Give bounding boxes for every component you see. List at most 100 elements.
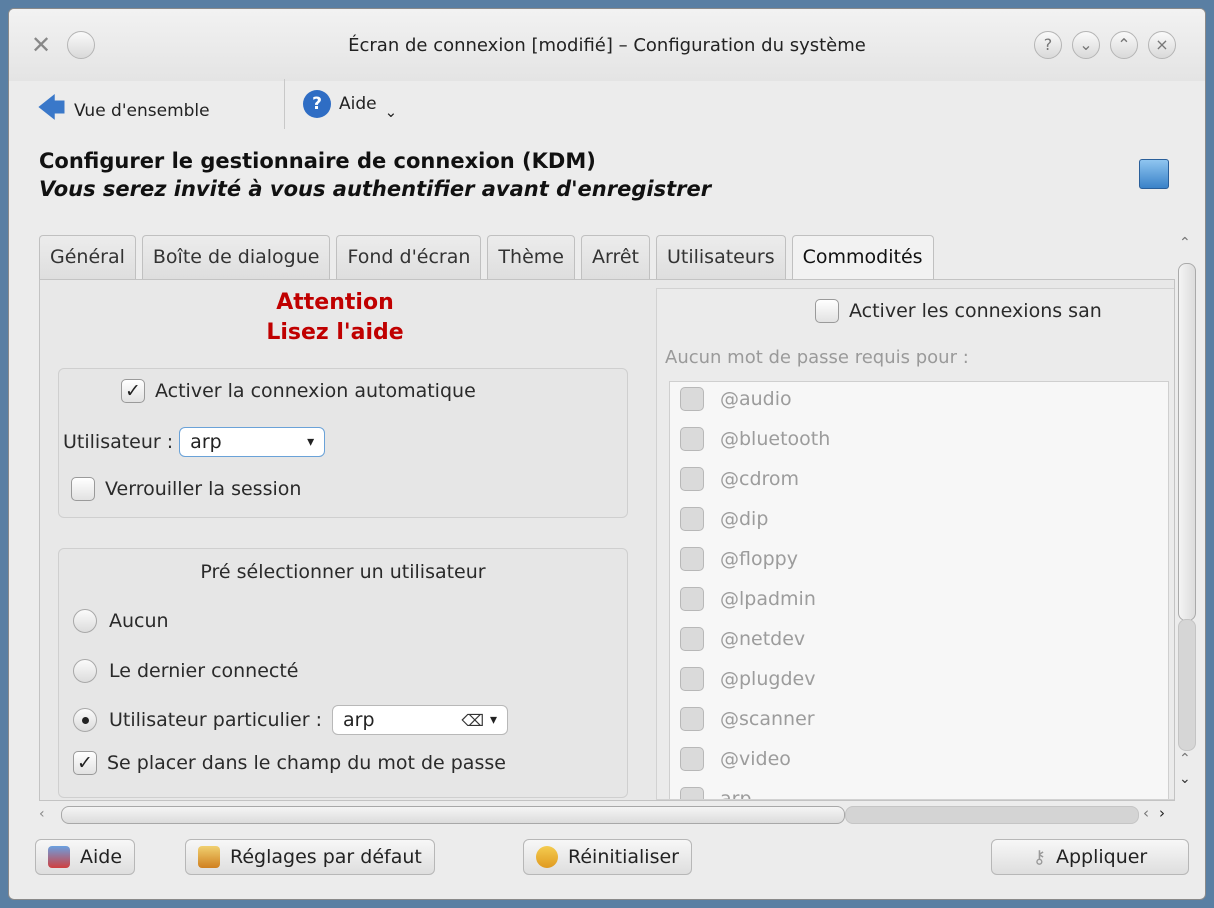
checkmark-icon: ✓ [73, 751, 97, 775]
tab-background[interactable]: Fond d'écran [336, 235, 482, 279]
specific-user-combo[interactable]: arp ⌫ ▾ [332, 705, 508, 735]
maximize-icon[interactable]: ⌃ [1110, 31, 1138, 59]
warning-line-2: Lisez l'aide [266, 320, 404, 345]
reset-button-label: Réinitialiser [568, 846, 679, 868]
user-label: Utilisateur : [63, 431, 174, 453]
close-icon[interactable]: × [1148, 31, 1176, 59]
help-book-icon [48, 846, 70, 868]
overview-label: Vue d'ensemble [73, 101, 210, 121]
overview-button[interactable]: 🡄 Vue d'ensemble [37, 87, 210, 135]
tab-dialog[interactable]: Boîte de dialogue [141, 235, 331, 279]
checkbox-box [680, 587, 704, 611]
warning-line-1: Attention [276, 290, 394, 315]
radio-none[interactable]: Aucun [73, 609, 169, 633]
scroll-up-icon[interactable]: ⌃ [1179, 235, 1191, 251]
radio-specific-label: Utilisateur particulier : [109, 709, 322, 731]
help-toolbar-button[interactable]: ? Aide ⌄ [303, 87, 397, 121]
radio-button [73, 659, 97, 683]
window-title: Écran de connexion [modifié] – Configura… [348, 35, 866, 56]
tab-general[interactable]: Général [39, 235, 136, 279]
checkbox-box [680, 667, 704, 691]
group-list[interactable]: @audio @bluetooth @cdrom @dip @floppy @l… [669, 381, 1169, 800]
autologin-group: ✓ Activer la connexion automatique Utili… [58, 368, 628, 518]
specific-user-value: arp [343, 709, 375, 731]
group-name: @lpadmin [720, 588, 816, 610]
user-select[interactable]: arp ▾ [179, 427, 326, 457]
defaults-button-label: Réglages par défaut [230, 846, 422, 868]
page-subtitle: Vous serez invité à vous authentifier av… [39, 177, 712, 201]
user-select-value: arp [190, 431, 222, 453]
horizontal-scrollbar[interactable]: ‹ ‹ › [39, 804, 1175, 826]
scroll-left-icon[interactable]: ‹ [1143, 804, 1149, 822]
focus-password-label: Se placer dans le champ du mot de passe [107, 752, 506, 774]
radio-button-selected [73, 708, 97, 732]
scrollbar-track [1178, 619, 1196, 751]
apply-button[interactable]: ⚷ Appliquer [991, 839, 1189, 875]
checkbox-box [680, 627, 704, 651]
nopass-enable-checkbox[interactable]: Activer les connexions san [815, 299, 1102, 323]
undo-icon [536, 846, 558, 868]
checkmark-icon: ✓ [121, 379, 145, 403]
list-item[interactable]: @floppy [680, 547, 798, 571]
scroll-left-icon[interactable]: ‹ [39, 806, 45, 822]
list-item[interactable]: @plugdev [680, 667, 815, 691]
preselect-title: Pré sélectionner un utilisateur [200, 561, 486, 583]
list-item[interactable]: @netdev [680, 627, 805, 651]
group-name: @dip [720, 508, 769, 530]
help-icon[interactable]: ? [1034, 31, 1062, 59]
lock-session-checkbox[interactable]: Verrouiller la session [71, 477, 301, 501]
checkbox-box [815, 299, 839, 323]
list-item[interactable]: @audio [680, 387, 792, 411]
radio-none-label: Aucun [109, 610, 169, 632]
toolbar-separator [284, 79, 285, 129]
checkbox-box [680, 467, 704, 491]
help-button[interactable]: Aide [35, 839, 136, 875]
nopass-required-label: Aucun mot de passe requis pour : [665, 347, 969, 368]
list-item[interactable]: @dip [680, 507, 768, 531]
reset-button[interactable]: Réinitialiser [523, 839, 692, 875]
group-name: @scanner [720, 708, 815, 730]
list-item[interactable]: @lpadmin [680, 587, 816, 611]
group-name: @bluetooth [720, 428, 831, 450]
tab-convenience[interactable]: Commodités [791, 235, 934, 279]
settings-window: ✕ Écran de connexion [modifié] – Configu… [8, 8, 1206, 900]
checkbox-box [680, 747, 704, 771]
checkbox-box [71, 477, 95, 501]
group-name: arp [720, 788, 752, 800]
vertical-scrollbar[interactable]: ⌃ ⌃ ⌄ [1177, 235, 1197, 797]
tab-users[interactable]: Utilisateurs [655, 235, 786, 279]
group-name: @cdrom [720, 468, 800, 490]
minimize-icon[interactable]: ⌄ [1072, 31, 1100, 59]
user-row: Utilisateur : arp ▾ [63, 427, 326, 457]
radio-last-user[interactable]: Le dernier connecté [73, 659, 299, 683]
radio-last-label: Le dernier connecté [109, 660, 299, 682]
kdm-module-icon [1139, 159, 1169, 189]
list-item[interactable]: @cdrom [680, 467, 799, 491]
list-item[interactable]: arp [680, 787, 752, 800]
scroll-right-icon[interactable]: › [1159, 804, 1165, 822]
autologin-checkbox[interactable]: ✓ Activer la connexion automatique [121, 379, 476, 403]
radio-specific-user[interactable]: Utilisateur particulier : arp ⌫ ▾ [73, 705, 508, 735]
defaults-icon [198, 846, 220, 868]
scroll-down-icon[interactable]: ⌄ [1179, 771, 1191, 787]
focus-password-checkbox[interactable]: ✓ Se placer dans le champ du mot de pass… [73, 751, 506, 775]
list-item[interactable]: @video [680, 747, 791, 771]
list-item[interactable]: @bluetooth [680, 427, 830, 451]
group-name: @plugdev [720, 668, 816, 690]
help-label: Aide [339, 94, 377, 114]
help-circle-icon: ? [303, 90, 331, 118]
list-item[interactable]: @scanner [680, 707, 815, 731]
apply-button-label: Appliquer [1055, 846, 1148, 868]
scroll-up-icon[interactable]: ⌃ [1179, 751, 1191, 767]
nopass-enable-label: Activer les connexions san [849, 300, 1102, 322]
lock-session-label: Verrouiller la session [105, 478, 302, 500]
tab-shutdown[interactable]: Arrêt [580, 235, 650, 279]
scrollbar-thumb[interactable] [1178, 263, 1196, 621]
defaults-button[interactable]: Réglages par défaut [185, 839, 435, 875]
clear-text-icon[interactable]: ⌫ [461, 711, 484, 730]
tab-theme[interactable]: Thème [487, 235, 575, 279]
radio-button [73, 609, 97, 633]
chevron-down-icon[interactable]: ⌄ [385, 103, 398, 121]
scrollbar-thumb[interactable] [61, 806, 845, 824]
checkbox-box [680, 707, 704, 731]
